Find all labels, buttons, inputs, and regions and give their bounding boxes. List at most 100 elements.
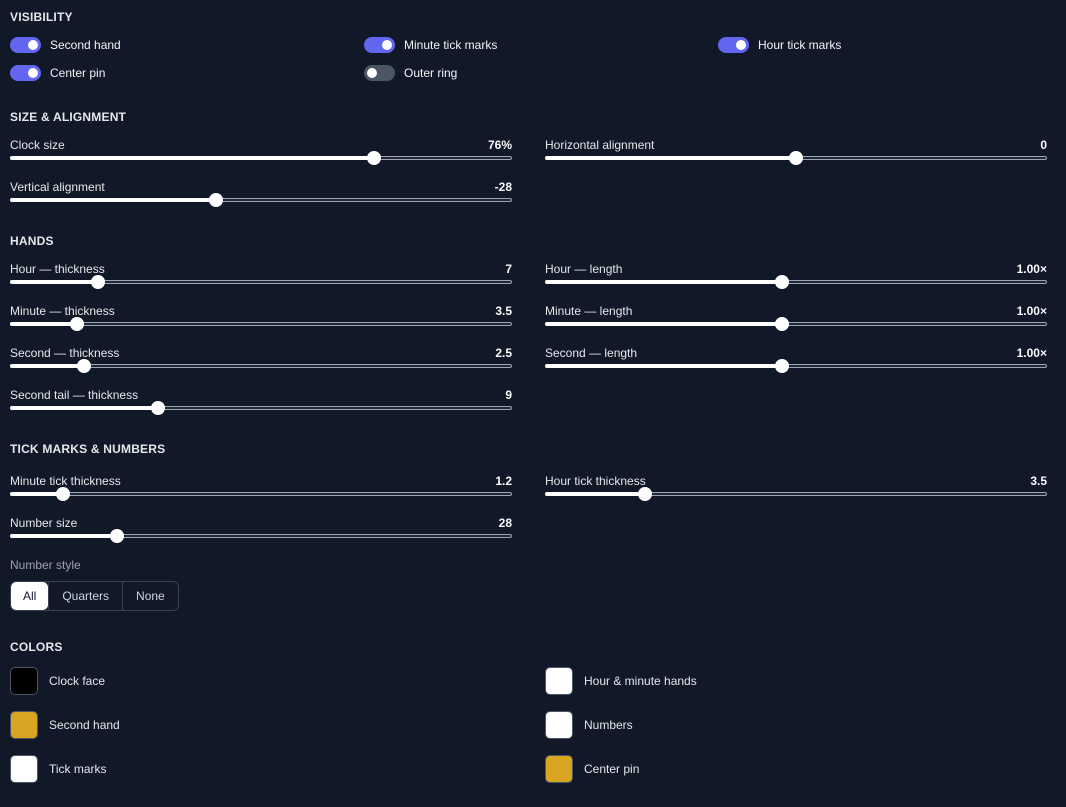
toggle-knob: [736, 40, 746, 50]
slider-label: Hour — thickness: [10, 262, 105, 276]
slider-label: Second — thickness: [10, 346, 120, 360]
toggle-switch[interactable]: [364, 37, 395, 53]
slider-value: 7: [505, 262, 512, 276]
section-title-hands: HANDS: [10, 234, 54, 248]
slider-clock-size[interactable]: Clock size 76%: [10, 138, 512, 178]
slider-value: -28: [494, 180, 512, 194]
slider-fill: [10, 198, 216, 202]
slider-number-size[interactable]: Number size 28: [10, 516, 512, 556]
slider-value: 3.5: [1030, 474, 1047, 488]
color-label: Second hand: [49, 718, 120, 732]
slider-fill: [10, 156, 374, 160]
number-style-segmented-control[interactable]: All Quarters None: [10, 581, 179, 611]
toggle-label: Outer ring: [404, 66, 458, 80]
slider-value: 1.2: [495, 474, 512, 488]
toggle-row-second-hand[interactable]: Second hand: [10, 37, 121, 53]
toggle-switch[interactable]: [10, 37, 41, 53]
color-row-tick-marks[interactable]: Tick marks: [10, 755, 107, 783]
toggle-knob: [28, 68, 38, 78]
slider-hour-thickness[interactable]: Hour — thickness 7: [10, 262, 512, 302]
toggle-knob: [367, 68, 377, 78]
slider-thumb[interactable]: [789, 151, 803, 165]
color-swatch[interactable]: [10, 711, 38, 739]
color-row-numbers[interactable]: Numbers: [545, 711, 633, 739]
number-style-option-none[interactable]: None: [122, 582, 178, 610]
slider-thumb[interactable]: [775, 317, 790, 331]
slider-value: 1.00×: [1016, 304, 1047, 318]
toggle-row-minute-tick-marks[interactable]: Minute tick marks: [364, 37, 497, 53]
slider-second-thickness[interactable]: Second — thickness 2.5: [10, 346, 512, 386]
slider-thumb[interactable]: [151, 401, 166, 415]
toggle-knob: [28, 40, 38, 50]
slider-fill: [10, 534, 118, 538]
slider-thumb[interactable]: [638, 487, 653, 501]
slider-value: 0: [1040, 138, 1047, 152]
slider-hour-tick-thickness[interactable]: Hour tick thickness 3.5: [545, 474, 1047, 514]
slider-hour-length[interactable]: Hour — length 1.00×: [545, 262, 1047, 302]
slider-thumb[interactable]: [77, 359, 92, 373]
slider-thumb[interactable]: [110, 529, 125, 543]
slider-fill: [10, 322, 77, 326]
toggle-label: Hour tick marks: [758, 38, 842, 52]
toggle-row-hour-tick-marks[interactable]: Hour tick marks: [718, 37, 841, 53]
slider-label: Clock size: [10, 138, 65, 152]
slider-fill: [545, 156, 796, 160]
toggle-row-center-pin[interactable]: Center pin: [10, 65, 105, 81]
color-swatch[interactable]: [10, 755, 38, 783]
color-swatch[interactable]: [545, 667, 573, 695]
slider-thumb[interactable]: [775, 359, 790, 373]
slider-thumb[interactable]: [90, 275, 105, 289]
color-label: Clock face: [49, 674, 106, 688]
toggle-switch[interactable]: [364, 65, 395, 81]
slider-label: Vertical alignment: [10, 180, 105, 194]
color-label: Tick marks: [49, 762, 107, 776]
slider-fill: [545, 280, 783, 284]
slider-fill: [10, 364, 85, 368]
color-row-hour-minute-hands[interactable]: Hour & minute hands: [545, 667, 697, 695]
slider-minute-tick-thickness[interactable]: Minute tick thickness 1.2: [10, 474, 512, 514]
slider-track[interactable]: [10, 492, 512, 496]
section-title-size-alignment: SIZE & ALIGNMENT: [10, 110, 127, 124]
color-row-clock-face[interactable]: Clock face: [10, 667, 105, 695]
slider-fill: [545, 322, 783, 326]
toggle-switch[interactable]: [10, 65, 41, 81]
toggle-label: Second hand: [50, 38, 121, 52]
slider-thumb[interactable]: [366, 151, 381, 165]
slider-thumb[interactable]: [775, 275, 790, 289]
slider-fill: [10, 492, 63, 496]
slider-value: 28: [498, 516, 512, 530]
slider-label: Minute tick thickness: [10, 474, 121, 488]
slider-minute-length[interactable]: Minute — length 1.00×: [545, 304, 1047, 344]
slider-value: 2.5: [495, 346, 512, 360]
slider-second-tail-thickness[interactable]: Second tail — thickness 9: [10, 388, 512, 428]
toggle-label: Center pin: [50, 66, 106, 80]
color-swatch[interactable]: [10, 667, 38, 695]
toggle-row-outer-ring[interactable]: Outer ring: [364, 65, 457, 81]
color-swatch[interactable]: [545, 711, 573, 739]
slider-thumb[interactable]: [55, 487, 70, 501]
number-style-option-all[interactable]: All: [11, 582, 49, 610]
color-label: Hour & minute hands: [584, 674, 697, 688]
slider-second-length[interactable]: Second — length 1.00×: [545, 346, 1047, 386]
slider-track[interactable]: [10, 322, 512, 326]
slider-thumb[interactable]: [208, 193, 223, 207]
section-title-visibility: VISIBILITY: [10, 10, 73, 24]
color-row-center-pin[interactable]: Center pin: [545, 755, 639, 783]
section-title-colors: COLORS: [10, 640, 63, 654]
number-style-label: Number style: [10, 558, 81, 572]
slider-vertical-alignment[interactable]: Vertical alignment -28: [10, 180, 512, 220]
toggle-knob: [382, 40, 392, 50]
color-swatch[interactable]: [545, 755, 573, 783]
toggle-label: Minute tick marks: [404, 38, 498, 52]
slider-value: 9: [505, 388, 512, 402]
slider-thumb[interactable]: [69, 317, 84, 331]
slider-value: 76%: [487, 138, 512, 152]
slider-label: Hour — length: [545, 262, 623, 276]
number-style-option-quarters[interactable]: Quarters: [48, 582, 122, 610]
color-row-second-hand[interactable]: Second hand: [10, 711, 120, 739]
slider-fill: [10, 406, 159, 410]
toggle-switch[interactable]: [718, 37, 749, 53]
slider-horizontal-alignment[interactable]: Horizontal alignment 0: [545, 138, 1047, 178]
slider-minute-thickness[interactable]: Minute — thickness 3.5: [10, 304, 512, 344]
section-title-ticks-numbers: TICK MARKS & NUMBERS: [10, 442, 166, 456]
